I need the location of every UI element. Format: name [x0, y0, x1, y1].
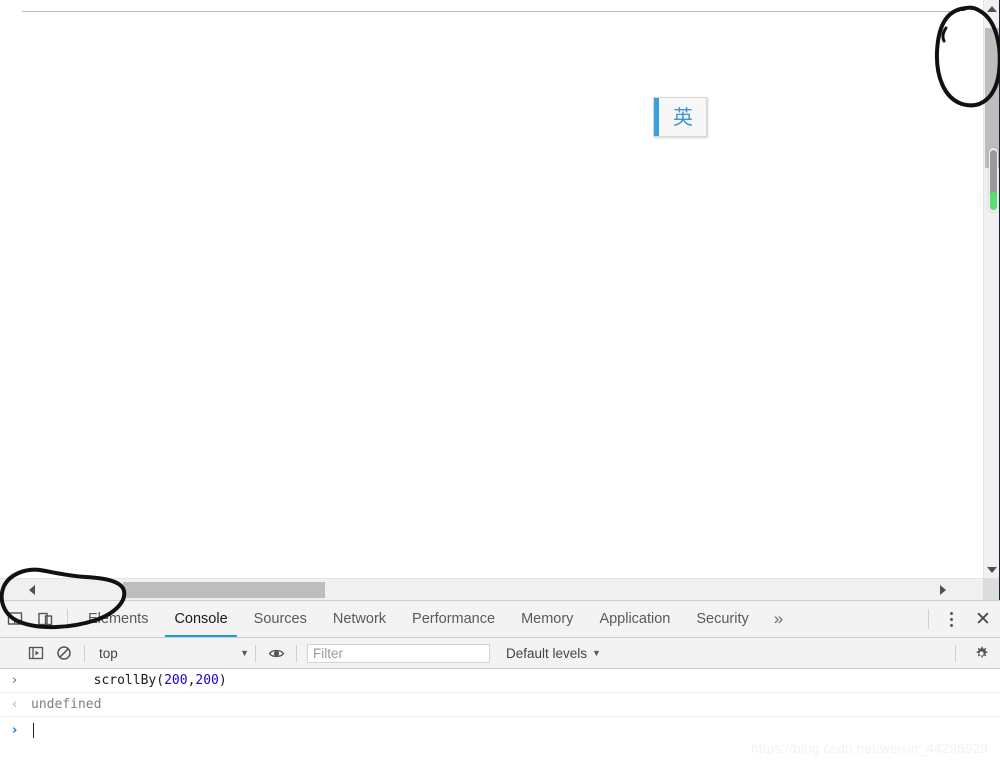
tab-performance[interactable]: Performance — [399, 601, 508, 637]
code-segment: scrollBy( — [93, 673, 165, 688]
tab-console[interactable]: Console — [161, 601, 240, 637]
log-levels-select[interactable]: Default levels ▼ — [506, 646, 601, 661]
devtools-menu-icon[interactable] — [936, 611, 966, 627]
device-toolbar-icon[interactable] — [30, 601, 60, 637]
log-levels-label: Default levels — [506, 645, 588, 661]
ime-mode-label: 英 — [673, 105, 693, 129]
vertical-scroll-thumb[interactable] — [985, 28, 1000, 168]
tab-label: Elements — [88, 611, 149, 627]
tab-memory[interactable]: Memory — [508, 601, 586, 637]
scroll-left-arrow-icon[interactable] — [22, 579, 42, 600]
horizontal-scroll-thumb[interactable] — [123, 582, 325, 598]
chevron-down-icon: ▼ — [592, 648, 601, 658]
page-horizontal-rule — [22, 11, 960, 12]
settings-gear-icon[interactable] — [962, 645, 1000, 662]
chevron-down-icon: ▼ — [240, 648, 249, 658]
vertical-scrollbar[interactable] — [983, 0, 1000, 578]
tab-network[interactable]: Network — [320, 601, 399, 637]
devtools-panel: Elements Console Sources Network Perform… — [0, 600, 1000, 775]
toolbar-divider-3 — [296, 644, 297, 662]
text-cursor — [33, 722, 34, 738]
console-input-marker: › — [12, 673, 18, 688]
close-label: ✕ — [975, 608, 991, 630]
tabbar-divider — [67, 609, 68, 629]
toolbar-divider-4 — [955, 644, 956, 662]
ime-accent-bar — [654, 98, 659, 136]
code-number: 200 — [195, 673, 219, 688]
scroll-down-arrow-icon[interactable] — [984, 561, 1000, 578]
tab-application[interactable]: Application — [586, 601, 683, 637]
console-result-marker: ‹ — [12, 697, 18, 712]
devtools-tabbar: Elements Console Sources Network Perform… — [0, 601, 1000, 638]
tab-label: Application — [599, 611, 671, 627]
scrollbar-corner — [983, 578, 1000, 600]
close-devtools-icon[interactable]: ✕ — [966, 608, 1000, 631]
horizontal-scrollbar[interactable] — [0, 578, 983, 600]
console-sidebar-eye-icon[interactable] — [262, 638, 290, 668]
tab-label: Sources — [253, 611, 307, 627]
console-input-row: › scrollBy(200,200) — [0, 669, 1000, 693]
code-segment: ) — [218, 673, 227, 688]
code-number: 200 — [164, 673, 188, 688]
tab-label: Console — [174, 611, 228, 627]
tab-elements[interactable]: Elements — [75, 601, 161, 637]
browser-page-viewport: 英 — [0, 0, 1000, 600]
more-tabs-icon[interactable]: » — [762, 601, 795, 637]
ime-mode-indicator[interactable]: 英 — [653, 97, 707, 137]
console-output: › scrollBy(200,200) ‹ undefined › — [0, 669, 1000, 775]
toolbar-right-actions — [949, 644, 1000, 662]
tab-label: Security — [696, 611, 749, 627]
drag-indicator-knob — [990, 192, 997, 210]
tab-label: Performance — [412, 611, 496, 627]
console-result-row: ‹ undefined — [0, 693, 1000, 717]
console-result-text: undefined — [31, 697, 102, 712]
scroll-up-arrow-icon[interactable] — [984, 0, 1000, 17]
tabbar-right-actions: ✕ — [921, 601, 1000, 637]
toolbar-divider-2 — [255, 644, 256, 662]
scroll-drag-indicator — [989, 148, 998, 212]
inspect-element-icon[interactable] — [0, 601, 30, 637]
tab-sources[interactable]: Sources — [241, 601, 320, 637]
console-filter-input[interactable] — [307, 643, 490, 663]
tab-label: Network — [332, 611, 387, 627]
scroll-right-arrow-icon[interactable] — [933, 579, 953, 600]
watermark-text: https://blog.csdn.net/weixin_44296929 — [750, 741, 988, 756]
console-prompt-marker: › — [12, 722, 18, 738]
tab-security[interactable]: Security — [683, 601, 761, 637]
console-prompt-row[interactable]: › — [0, 717, 1000, 743]
more-tabs-label: » — [773, 609, 784, 628]
tab-label: Memory — [521, 611, 574, 627]
tabbar-right-divider — [928, 609, 929, 629]
